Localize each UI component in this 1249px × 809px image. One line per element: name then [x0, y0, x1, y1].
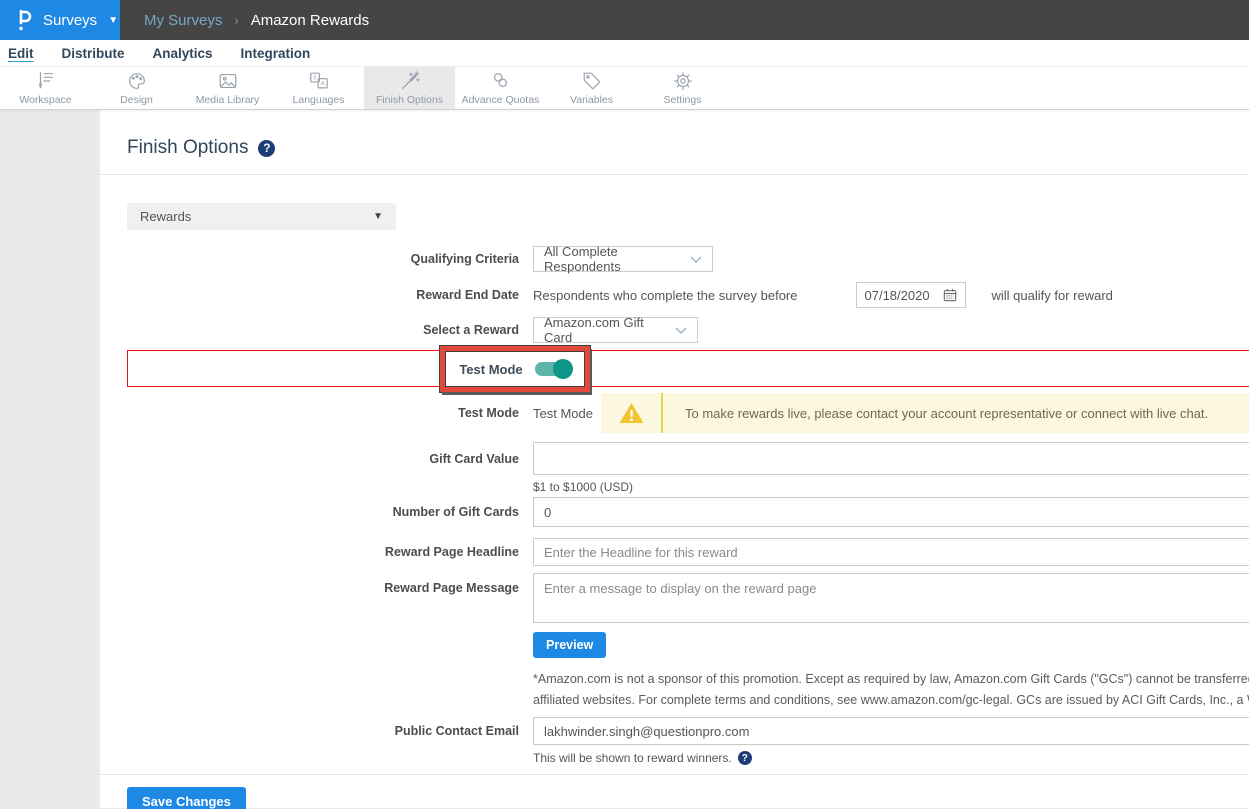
calendar-icon[interactable]	[943, 288, 957, 302]
magic-wand-icon	[399, 70, 421, 92]
toolbar-item-variables[interactable]: Variables	[546, 67, 637, 109]
finish-options-panel: Finish Options ? Rewards ▼ Qualifying Cr…	[100, 110, 1249, 808]
gift-card-value-label: Gift Card Value	[127, 452, 519, 466]
image-icon	[217, 70, 239, 92]
breadcrumb-separator-icon: ›	[234, 13, 238, 28]
edit-toolbar: Workspace Design Media Library x̄A Langu…	[0, 67, 1249, 110]
number-of-gift-cards-input[interactable]	[533, 497, 1249, 527]
toolbar-item-design[interactable]: Design	[91, 67, 182, 109]
gift-card-value-hint: $1 to $1000 (USD)	[533, 480, 633, 494]
top-bar: Surveys ▼ My Surveys › Amazon Rewards	[0, 0, 1249, 40]
toolbar-item-workspace[interactable]: Workspace	[0, 67, 91, 109]
reward-page-message-label: Reward Page Message	[127, 573, 519, 595]
qualifying-criteria-select[interactable]: All Complete Respondents	[533, 246, 713, 272]
amazon-disclaimer-line1: *Amazon.com is not a sponsor of this pro…	[533, 669, 1249, 690]
product-name: Surveys	[43, 12, 97, 29]
gear-icon	[672, 70, 694, 92]
qualifying-criteria-value: All Complete Respondents	[544, 244, 690, 274]
toolbar-item-settings[interactable]: Settings	[637, 67, 728, 109]
breadcrumb: My Surveys › Amazon Rewards	[120, 0, 1249, 40]
nav-tab-analytics[interactable]: Analytics	[153, 46, 213, 61]
test-mode-value: Test Mode	[533, 406, 601, 421]
toggle-knob	[553, 359, 573, 379]
select-reward-value: Amazon.com Gift Card	[544, 315, 675, 345]
reward-page-message-textarea[interactable]	[533, 573, 1249, 623]
toolbar-item-languages[interactable]: x̄A Languages	[273, 67, 364, 109]
chevron-down-icon	[690, 252, 702, 267]
annotation-highlight-band: Test Mode	[127, 350, 1249, 387]
qualifying-criteria-label: Qualifying Criteria	[127, 252, 519, 266]
page-title: Finish Options	[127, 137, 248, 159]
toolbar-item-advance-quotas[interactable]: Advance Quotas	[455, 67, 546, 109]
public-contact-email-label: Public Contact Email	[127, 724, 519, 738]
surveys-product-menu[interactable]: Surveys ▼	[0, 0, 120, 40]
reward-page-headline-label: Reward Page Headline	[127, 545, 519, 559]
toolbar-label: Design	[120, 94, 153, 106]
help-icon[interactable]: ?	[258, 140, 275, 157]
nav-tab-integration[interactable]: Integration	[241, 46, 311, 61]
questionpro-logo-icon	[14, 8, 34, 32]
toolbar-item-media-library[interactable]: Media Library	[182, 67, 273, 109]
save-changes-button[interactable]: Save Changes	[127, 787, 246, 809]
test-mode-toggle-label: Test Mode	[459, 362, 522, 377]
toolbar-item-finish-options[interactable]: Finish Options	[364, 67, 455, 109]
rewards-dropdown-value: Rewards	[140, 209, 191, 224]
test-mode-warning: To make rewards live, please contact you…	[601, 393, 1249, 433]
toolbar-label: Finish Options	[376, 94, 443, 106]
primary-nav: Edit Distribute Analytics Integration	[0, 40, 1249, 67]
public-contact-email-hint: This will be shown to reward winners.	[533, 751, 732, 765]
amazon-disclaimer-line2: affiliated websites. For complete terms …	[533, 690, 1249, 711]
annotation-red-box: Test Mode	[440, 346, 590, 392]
chevron-down-icon	[675, 323, 687, 338]
breadcrumb-my-surveys[interactable]: My Surveys	[144, 12, 222, 29]
warning-text: To make rewards live, please contact you…	[663, 406, 1208, 421]
toolbar-label: Variables	[570, 94, 613, 106]
heading-divider	[100, 174, 1249, 175]
workspace-icon	[35, 70, 57, 92]
nav-tab-distribute[interactable]: Distribute	[62, 46, 125, 61]
toolbar-label: Settings	[664, 94, 702, 106]
toolbar-label: Languages	[293, 94, 345, 106]
reward-end-date-value: 07/18/2020	[865, 288, 930, 303]
warning-triangle-icon	[601, 393, 663, 433]
reward-end-date-input[interactable]: 07/18/2020	[856, 282, 966, 308]
breadcrumb-current-survey: Amazon Rewards	[251, 12, 369, 29]
translate-icon: x̄A	[308, 70, 330, 92]
chain-links-icon	[490, 70, 512, 92]
help-icon[interactable]: ?	[738, 751, 752, 765]
toolbar-label: Workspace	[19, 94, 71, 106]
svg-text:x̄: x̄	[313, 75, 317, 82]
test-mode-label: Test Mode	[127, 406, 519, 420]
palette-icon	[126, 70, 148, 92]
reward-page-headline-input[interactable]	[533, 538, 1249, 566]
toolbar-label: Advance Quotas	[462, 94, 540, 106]
preview-button[interactable]: Preview	[533, 632, 606, 658]
chevron-down-icon: ▼	[108, 15, 118, 26]
reward-end-date-prefix: Respondents who complete the survey befo…	[533, 288, 798, 303]
svg-text:A: A	[320, 81, 325, 88]
reward-end-date-suffix: will qualify for reward	[992, 288, 1113, 303]
select-reward-label: Select a Reward	[127, 323, 519, 337]
footer-divider	[100, 774, 1249, 775]
content-area: Finish Options ? Rewards ▼ Qualifying Cr…	[0, 110, 1249, 808]
nav-tab-edit[interactable]: Edit	[8, 46, 34, 61]
select-reward-select[interactable]: Amazon.com Gift Card	[533, 317, 698, 343]
public-contact-email-input[interactable]	[533, 717, 1249, 745]
number-of-gift-cards-label: Number of Gift Cards	[127, 505, 519, 519]
caret-down-icon: ▼	[373, 211, 383, 222]
tag-icon	[581, 70, 603, 92]
gift-card-value-input[interactable]	[533, 442, 1249, 475]
test-mode-toggle[interactable]	[535, 362, 571, 376]
rewards-dropdown[interactable]: Rewards ▼	[127, 203, 396, 230]
toolbar-label: Media Library	[196, 94, 260, 106]
reward-end-date-label: Reward End Date	[127, 288, 519, 302]
